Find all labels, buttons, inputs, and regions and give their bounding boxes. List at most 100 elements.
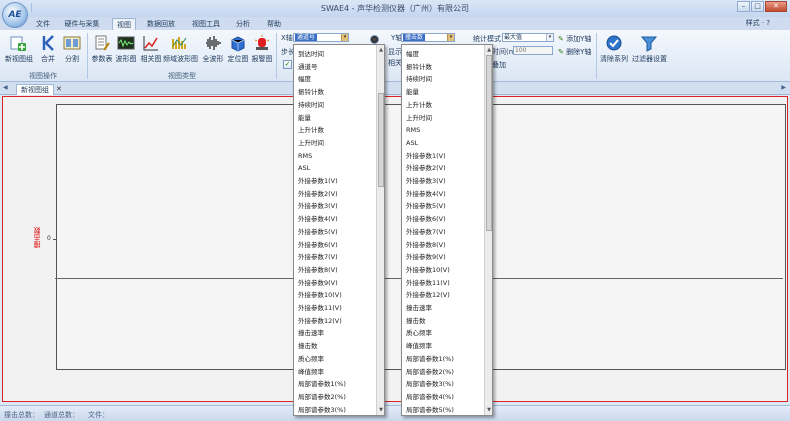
scroll-up-icon[interactable]: ▲ — [377, 46, 384, 54]
clear-series-button[interactable]: 清除系列 — [599, 34, 629, 64]
dropdown-item[interactable]: 上升时间 — [406, 112, 432, 125]
tab-file[interactable]: 文件 — [33, 18, 53, 30]
new-view-group-button[interactable]: 新视图组 — [5, 34, 33, 64]
dropdown-item[interactable]: 上升计数 — [298, 124, 324, 137]
dropdown-item[interactable]: 外接参数3(V) — [298, 200, 338, 213]
dropdown-item[interactable]: 外接参数1(V) — [406, 150, 446, 163]
dropdown-item[interactable]: 局部谱参数2(%) — [406, 366, 454, 379]
merge-button[interactable]: 合并 — [35, 34, 61, 64]
dropdown-item[interactable]: 局部谱参数3(%) — [406, 378, 454, 391]
app-logo-icon[interactable]: AE — [2, 2, 28, 28]
dropdown-item[interactable]: 外接参数4(V) — [298, 213, 338, 226]
dropdown-item[interactable]: 外接参数5(V) — [298, 226, 338, 239]
dropdown-item[interactable]: 持续时间 — [298, 99, 324, 112]
maximize-button[interactable]: □ — [751, 1, 764, 12]
dropdown-item[interactable]: 振铃计数 — [406, 61, 432, 74]
dropdown-item[interactable]: 外接参数12(V) — [406, 289, 450, 302]
dropdown-item[interactable]: 外接参数6(V) — [298, 239, 338, 252]
correlation-button[interactable]: 相关图 — [138, 34, 164, 64]
dropdown-item[interactable]: 撞击速率 — [406, 302, 432, 315]
tab-help[interactable]: 帮助 — [263, 18, 285, 30]
dropdown-item[interactable]: 局部谱参数1(%) — [406, 353, 454, 366]
add-y-axis-button[interactable]: ✎ 添加Y轴 — [558, 34, 591, 44]
dropdown-item[interactable]: 外接参数7(V) — [406, 226, 446, 239]
dropdown-item[interactable]: 外接参数11(V) — [406, 277, 450, 290]
dropdown-item[interactable]: 外接参数3(V) — [406, 175, 446, 188]
scroll-down-icon[interactable]: ▼ — [485, 406, 492, 414]
dropdown-item[interactable]: 幅度 — [298, 73, 311, 86]
scroll-down-icon[interactable]: ▼ — [377, 406, 384, 414]
dropdown-item[interactable]: 外接参数6(V) — [406, 213, 446, 226]
dropdown-item[interactable]: 到达时间 — [298, 48, 324, 61]
record-icon[interactable] — [370, 35, 379, 44]
dropdown-item[interactable]: 上升时间 — [298, 137, 324, 150]
freq-waveform-button[interactable]: 频域波形图 — [163, 34, 198, 64]
split-button[interactable]: 分割 — [59, 34, 85, 64]
dropdown-item[interactable]: 外接参数1(V) — [298, 175, 338, 188]
dropdown-item[interactable]: 外接参数8(V) — [298, 264, 338, 277]
tab-analysis[interactable]: 分析 — [232, 18, 254, 30]
dropdown-item[interactable]: 外接参数4(V) — [406, 188, 446, 201]
dropdown-item[interactable]: 外接参数8(V) — [406, 239, 446, 252]
dropdown-item[interactable]: 外接参数9(V) — [298, 277, 338, 290]
close-icon[interactable]: ✕ — [56, 85, 62, 93]
dropdown-item[interactable]: 撞击数 — [406, 315, 426, 328]
dropdown-item[interactable]: 外接参数10(V) — [406, 264, 450, 277]
tab-hardware[interactable]: 硬件与采集 — [60, 18, 104, 30]
waveform-button[interactable]: 波形图 — [113, 34, 139, 64]
overlay-add-label[interactable]: 叠加 — [492, 60, 506, 70]
tab-view-tools[interactable]: 视图工具 — [189, 18, 223, 30]
dropdown-item[interactable]: 外接参数9(V) — [406, 251, 446, 264]
stat-mode-select[interactable]: 最大值 ▾ — [502, 33, 554, 42]
interval-input[interactable]: 100 — [513, 46, 553, 55]
dropdown-item[interactable]: 振铃计数 — [298, 86, 324, 99]
scrollbar-thumb[interactable] — [486, 55, 492, 231]
y-axis-dropdown[interactable]: ▲ ▼ 幅度 振铃计数 持续时间 能量 上升计数 上升时间 RMS ASL 外接参数1(V) 外接… — [401, 44, 493, 416]
dropdown-item[interactable]: 局部谱参数5(%) — [406, 404, 454, 415]
dropdown-item[interactable]: ASL — [298, 162, 310, 175]
dropdown-item[interactable]: 外接参数10(V) — [298, 289, 342, 302]
dropdown-item[interactable]: 质心频率 — [298, 353, 324, 366]
dropdown-item[interactable]: 幅度 — [406, 48, 419, 61]
dropdown-item[interactable]: 外接参数7(V) — [298, 251, 338, 264]
dropdown-item[interactable]: 撞击速率 — [298, 327, 324, 340]
dropdown-item[interactable]: 外接参数12(V) — [298, 315, 342, 328]
minimize-button[interactable]: – — [737, 1, 750, 12]
close-button[interactable]: ✕ — [765, 1, 787, 12]
dropdown-item[interactable]: 质心频率 — [406, 327, 432, 340]
y-axis-select[interactable]: 撞击数 ▾ — [401, 33, 455, 42]
checkmark-icon[interactable]: ✓ — [283, 60, 292, 69]
tab-new-view-group[interactable]: 新视图组 — [16, 84, 54, 95]
scroll-right-icon[interactable]: ▶ — [781, 84, 786, 91]
tab-replay[interactable]: 数据回放 — [144, 18, 178, 30]
dropdown-item[interactable]: 局部谱参数1(%) — [298, 378, 346, 391]
tab-view[interactable]: 视图 — [112, 18, 136, 30]
dropdown-item[interactable]: RMS — [406, 124, 420, 137]
scroll-left-icon[interactable]: ◀ — [3, 84, 8, 91]
dropdown-item[interactable]: 撞击数 — [298, 340, 318, 353]
remove-y-axis-button[interactable]: ✎ 删除Y轴 — [558, 47, 591, 57]
dropdown-item[interactable]: 能量 — [406, 86, 419, 99]
param-table-button[interactable]: 参数表 — [89, 34, 115, 64]
dropdown-item[interactable]: 持续时间 — [406, 73, 432, 86]
alarm-chart-button[interactable]: 报警图 — [249, 34, 275, 64]
location-map-button[interactable]: 定位图 — [225, 34, 251, 64]
x-axis-dropdown[interactable]: ▲ ▼ 到达时间 通道号 幅度 振铃计数 持续时间 能量 上升计数 上升时间 RMS ASL 外接参… — [293, 44, 385, 416]
dropdown-scrollbar[interactable]: ▲ ▼ — [484, 45, 492, 415]
dropdown-item[interactable]: 外接参数2(V) — [406, 162, 446, 175]
style-menu[interactable]: 样式 · ? — [746, 18, 770, 28]
dropdown-scrollbar[interactable]: ▲ ▼ — [376, 45, 384, 415]
dropdown-item[interactable]: 外接参数5(V) — [406, 200, 446, 213]
dropdown-item[interactable]: ASL — [406, 137, 418, 150]
full-waveform-button[interactable]: 全波形 — [200, 34, 226, 64]
dropdown-item[interactable]: 上升计数 — [406, 99, 432, 112]
dropdown-item[interactable]: 通道号 — [298, 61, 318, 74]
dropdown-item[interactable]: 峰值频率 — [298, 366, 324, 379]
filter-settings-button[interactable]: 过滤器设置 — [632, 34, 667, 64]
dropdown-item[interactable]: 峰值频率 — [406, 340, 432, 353]
dropdown-item[interactable]: 局部谱参数2(%) — [298, 391, 346, 404]
dropdown-item[interactable]: 外接参数2(V) — [298, 188, 338, 201]
dropdown-item[interactable]: 能量 — [298, 112, 311, 125]
scrollbar-thumb[interactable] — [378, 93, 384, 187]
dropdown-item[interactable]: 局部谱参数4(%) — [406, 391, 454, 404]
